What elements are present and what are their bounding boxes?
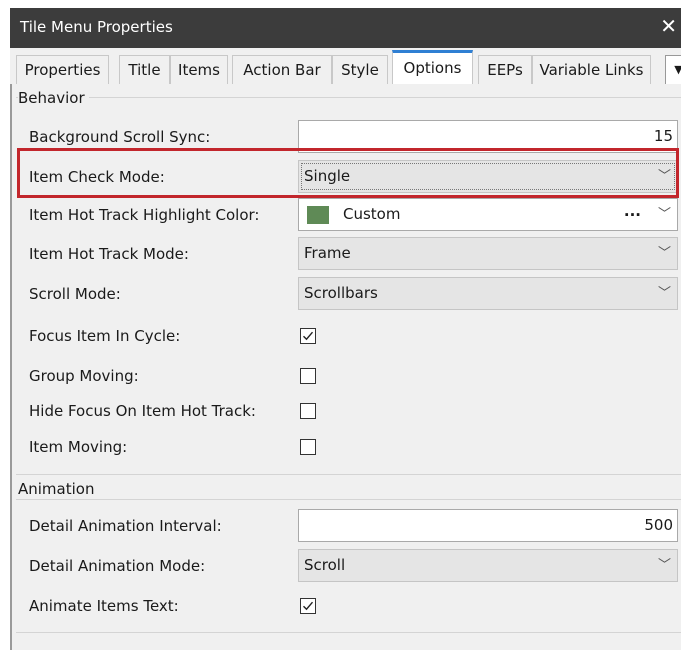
close-icon[interactable]: ✕ [660, 14, 677, 38]
highlight-annotation [17, 148, 679, 198]
detail-animation-mode-value: Scroll [304, 556, 346, 574]
chevron-down-icon[interactable]: ﹀ [658, 278, 671, 309]
bottom-divider [16, 632, 681, 633]
chevron-down-icon[interactable]: ﹀ [658, 550, 671, 581]
panel-left-border [10, 84, 12, 650]
group-moving-label: Group Moving: [29, 367, 139, 385]
scroll-mode-value: Scrollbars [304, 284, 378, 302]
background-scroll-sync-label: Background Scroll Sync: [29, 128, 211, 146]
hide-focus-on-item-hot-track-label: Hide Focus On Item Hot Track: [29, 402, 256, 420]
focus-item-in-cycle-checkbox[interactable] [300, 328, 316, 344]
tab-style[interactable]: Style [332, 55, 388, 85]
group-moving-checkbox[interactable] [300, 368, 316, 384]
item-hot-track-highlight-color-label: Item Hot Track Highlight Color: [29, 206, 260, 224]
focus-item-in-cycle-label: Focus Item In Cycle: [29, 327, 181, 345]
tab-title[interactable]: Title [119, 55, 170, 85]
item-hot-track-mode-select[interactable]: Frame ﹀ [298, 237, 678, 270]
animation-top-divider [16, 474, 681, 475]
checkmark-icon [303, 601, 314, 611]
item-moving-checkbox[interactable] [300, 439, 316, 455]
item-hot-track-highlight-color-value: Custom [343, 205, 401, 223]
checkmark-icon [303, 331, 314, 341]
window-title: Tile Menu Properties [20, 18, 173, 36]
hide-focus-on-item-hot-track-checkbox[interactable] [300, 403, 316, 419]
tab-action-bar[interactable]: Action Bar [232, 55, 332, 85]
detail-animation-mode-select[interactable]: Scroll ﹀ [298, 549, 678, 582]
scroll-mode-label: Scroll Mode: [29, 285, 121, 303]
color-swatch [307, 206, 329, 224]
item-hot-track-highlight-color-select[interactable]: Custom ... ﹀ [298, 198, 678, 231]
behavior-group-heading: Behavior [18, 89, 89, 107]
animation-group-divider [16, 499, 681, 500]
chevron-down-icon[interactable]: ﹀ [658, 199, 671, 230]
detail-animation-interval-input[interactable]: 500 [298, 509, 678, 542]
tab-strip: Properties Title Items Action Bar Style … [10, 48, 681, 88]
item-hot-track-mode-value: Frame [304, 244, 351, 262]
tab-scroll-down-icon[interactable]: ▼ [665, 55, 681, 85]
animate-items-text-checkbox[interactable] [300, 598, 316, 614]
item-hot-track-mode-label: Item Hot Track Mode: [29, 245, 189, 263]
behavior-group-divider [16, 97, 681, 98]
detail-animation-mode-label: Detail Animation Mode: [29, 557, 206, 575]
ellipsis-button[interactable]: ... [624, 196, 641, 227]
title-bar: Tile Menu Properties ✕ [10, 8, 681, 48]
animate-items-text-label: Animate Items Text: [29, 597, 179, 615]
animation-group-heading: Animation [18, 480, 99, 498]
scroll-mode-select[interactable]: Scrollbars ﹀ [298, 277, 678, 310]
tab-variable-links[interactable]: Variable Links [532, 55, 651, 85]
tab-items[interactable]: Items [170, 55, 228, 85]
detail-animation-interval-label: Detail Animation Interval: [29, 517, 222, 535]
tab-options[interactable]: Options [392, 50, 473, 85]
item-moving-label: Item Moving: [29, 438, 128, 456]
chevron-down-icon[interactable]: ﹀ [658, 238, 671, 269]
tab-properties[interactable]: Properties [16, 55, 109, 85]
tab-eeps[interactable]: EEPs [478, 55, 532, 85]
